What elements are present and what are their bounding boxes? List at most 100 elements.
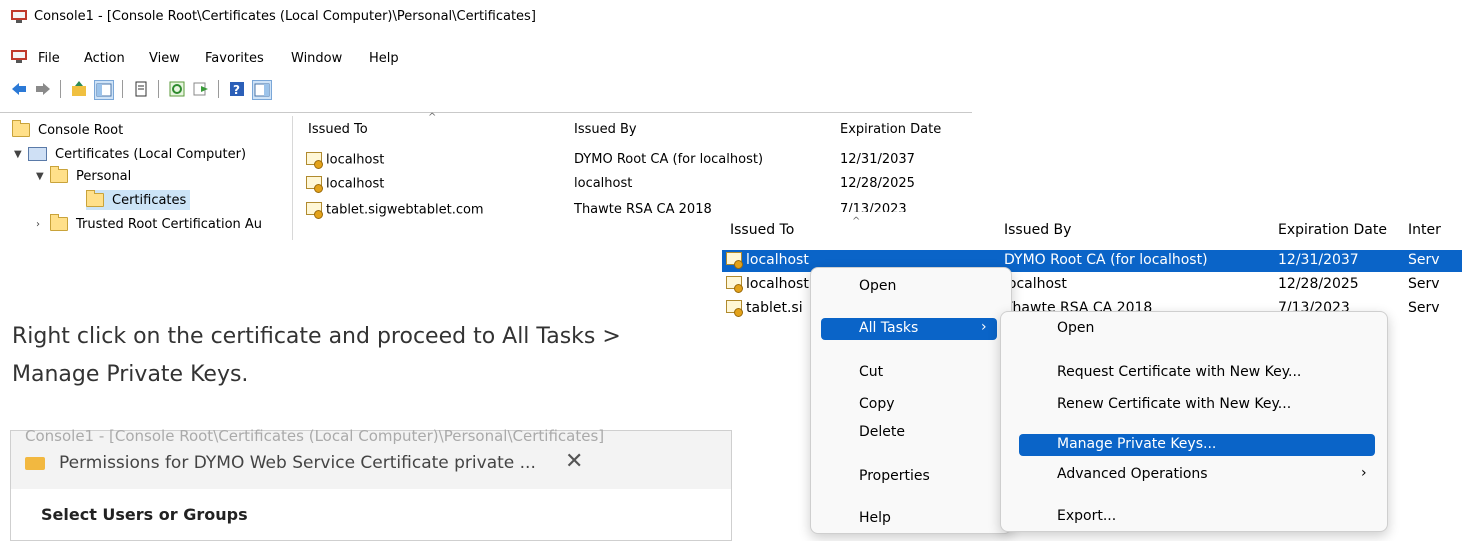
column-header-issued-by[interactable]: Issued By (574, 122, 637, 137)
toolbar: ? (0, 70, 972, 113)
tree-item-label: Certificates (Local Computer) (55, 146, 247, 162)
menu-item-delete[interactable]: Delete (859, 424, 905, 440)
certificate-list: Issued To ^ Issued By Expiration Date lo… (296, 112, 972, 226)
permissions-dialog-frame: Console1 - [Console Root\Certificates (L… (10, 427, 732, 541)
list-item[interactable]: tablet.sigwebtablet.com (306, 202, 484, 219)
list-item[interactable]: localhost (726, 276, 809, 293)
list-item[interactable]: localhost (306, 176, 384, 193)
toolbar-separator (60, 80, 61, 98)
tree-item-console-root[interactable]: Console Root (12, 120, 123, 140)
chevron-right-icon: › (981, 319, 987, 335)
folder-icon (25, 457, 45, 470)
sort-arrow-icon: ^ (428, 112, 437, 123)
tree-item-label: Personal (76, 168, 132, 184)
menu-item-cut[interactable]: Cut (859, 364, 883, 380)
menu-item-open[interactable]: Open (859, 278, 896, 294)
issued-by-cell: Thawte RSA CA 2018 (574, 202, 712, 217)
menu-item-all-tasks[interactable]: All Tasks › (821, 318, 997, 340)
chevron-right-icon: › (1361, 465, 1367, 481)
system-menu-icon[interactable] (10, 48, 28, 64)
expiration-cell: 12/28/2025 (840, 176, 915, 191)
submenu-item-open[interactable]: Open (1057, 320, 1094, 336)
toolbar-separator (122, 80, 123, 98)
menu-item-help[interactable]: Help (859, 510, 891, 526)
submenu-item-export[interactable]: Export... (1057, 508, 1116, 524)
menu-item-label: Manage Private Keys... (1057, 436, 1217, 452)
tree-item-certificates[interactable]: Certificates (86, 190, 191, 210)
sort-arrow-icon: ^ (852, 216, 861, 227)
certificate-icon (306, 176, 324, 193)
column-header-issued-to[interactable]: Issued To (308, 122, 368, 137)
chevron-down-icon[interactable]: ▼ (14, 149, 28, 160)
intended-cell: Serv (1408, 252, 1440, 268)
menu-item-label: All Tasks (859, 320, 919, 336)
folder-icon (86, 190, 104, 207)
refresh-icon[interactable] (168, 80, 186, 98)
tree-item-personal[interactable]: ▼ Personal (36, 166, 131, 186)
background-window-title: Console1 - [Console Root\Certificates (L… (25, 427, 605, 445)
column-header-expiration[interactable]: Expiration Date (840, 122, 941, 137)
certificate-icon (726, 300, 744, 317)
menu-view[interactable]: View (149, 51, 180, 66)
toolbar-separator (158, 80, 159, 98)
menu-help[interactable]: Help (369, 51, 399, 66)
window-title-bar: Console1 - [Console Root\Certificates (L… (0, 0, 972, 32)
svg-text:?: ? (233, 83, 240, 97)
menu-favorites[interactable]: Favorites (205, 51, 264, 66)
list-item[interactable]: localhost (306, 152, 384, 169)
column-header-expiration[interactable]: Expiration Date (1278, 222, 1387, 238)
permissions-dialog: Console1 - [Console Root\Certificates (L… (0, 427, 732, 541)
up-folder-icon[interactable] (70, 80, 88, 98)
help-icon[interactable]: ? (228, 80, 246, 98)
menu-file[interactable]: File (38, 51, 60, 66)
close-icon[interactable]: ✕ (565, 449, 583, 474)
certificate-icon (726, 276, 744, 293)
menu-bar: File Action View Favorites Window Help (0, 46, 972, 68)
tree-item-trusted-root[interactable]: › Trusted Root Certification Au (36, 214, 262, 234)
issued-by-cell: DYMO Root CA (for localhost) (574, 152, 764, 167)
certificate-icon (306, 152, 324, 169)
expiration-cell: 12/28/2025 (1278, 276, 1359, 292)
dialog-title: Permissions for DYMO Web Service Certifi… (59, 453, 536, 473)
menu-window[interactable]: Window (291, 51, 342, 66)
submenu-item-advanced-operations[interactable]: Advanced Operations (1057, 466, 1208, 482)
folder-icon (50, 166, 68, 183)
forward-arrow-icon[interactable] (34, 80, 52, 98)
column-header-intended[interactable]: Inter (1408, 222, 1441, 238)
section-heading: Select Users or Groups (41, 505, 248, 524)
folder-icon (50, 214, 68, 231)
menu-item-properties[interactable]: Properties (859, 468, 930, 484)
export-list-icon[interactable] (192, 80, 210, 98)
list-item-selected[interactable]: localhost (726, 252, 809, 269)
window-title: Console1 - [Console Root\Certificates (L… (34, 9, 536, 24)
instruction-text: Right click on the certificate and proce… (12, 324, 621, 387)
toolbar-separator (218, 80, 219, 98)
expiration-cell: 12/31/2037 (1278, 252, 1359, 268)
back-arrow-icon[interactable] (10, 80, 28, 98)
folder-icon (12, 120, 30, 137)
show-hide-tree-icon[interactable] (94, 80, 114, 100)
console-tree: Console Root ▼ Certificates (Local Compu… (0, 116, 293, 240)
submenu-item-renew-certificate[interactable]: Renew Certificate with New Key... (1057, 396, 1291, 412)
certificate-icon (306, 202, 324, 219)
issued-by-cell: localhost (1004, 276, 1067, 292)
chevron-down-icon[interactable]: ▼ (36, 171, 50, 182)
menu-item-copy[interactable]: Copy (859, 396, 895, 412)
submenu-item-request-certificate[interactable]: Request Certificate with New Key... (1057, 364, 1301, 380)
mmc-app-icon (10, 8, 28, 24)
show-hide-action-pane-icon[interactable] (252, 80, 272, 100)
column-header-issued-to[interactable]: Issued To (730, 222, 794, 238)
chevron-right-icon[interactable]: › (36, 219, 50, 230)
issued-by-cell: localhost (574, 176, 633, 191)
column-header-issued-by[interactable]: Issued By (1004, 222, 1071, 238)
tree-item-label: Trusted Root Certification Au (76, 216, 263, 232)
tree-item-label: Certificates (112, 192, 187, 208)
properties-icon[interactable] (132, 80, 150, 98)
computer-icon (28, 147, 47, 161)
all-tasks-submenu: Open Request Certificate with New Key...… (1000, 311, 1388, 532)
menu-action[interactable]: Action (84, 51, 125, 66)
submenu-item-manage-private-keys[interactable]: Manage Private Keys... (1019, 434, 1375, 456)
expiration-cell: 12/31/2037 (840, 152, 915, 167)
tree-item-certificates-local[interactable]: ▼ Certificates (Local Computer) (14, 144, 246, 164)
list-item[interactable]: tablet.si (726, 300, 803, 317)
